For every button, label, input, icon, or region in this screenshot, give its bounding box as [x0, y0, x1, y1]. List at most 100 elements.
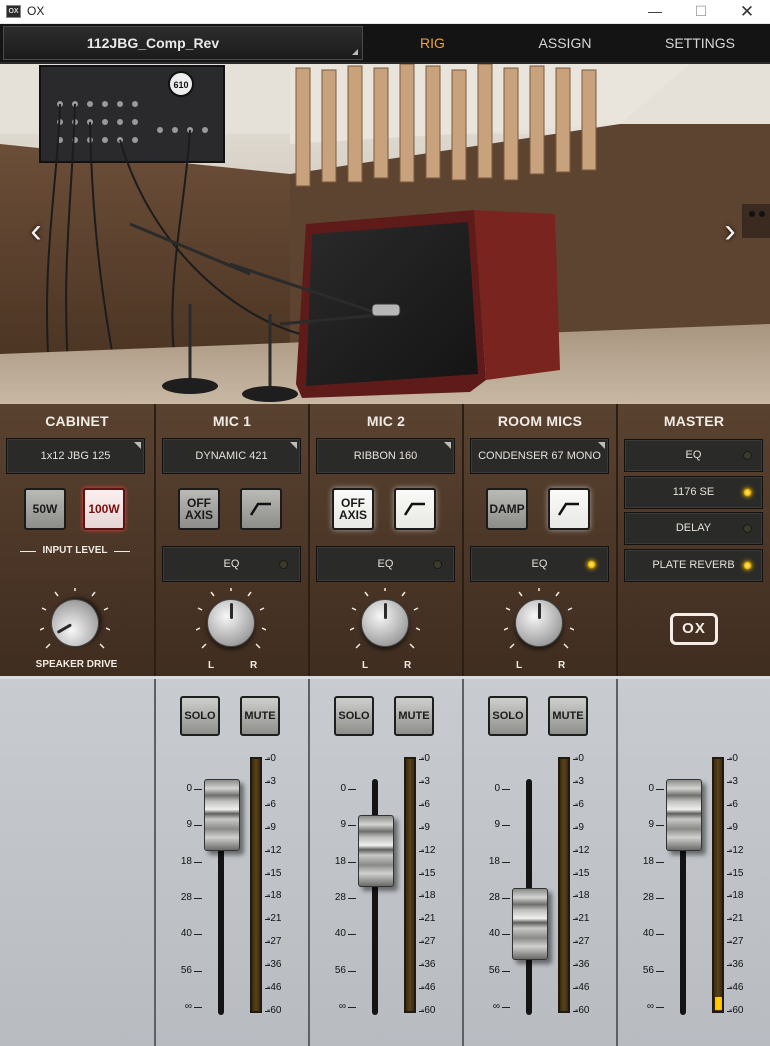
mic2-fader-scale-tick: [348, 1007, 356, 1008]
mic1-pan-knob[interactable]: [207, 599, 255, 647]
room-high-pass-button[interactable]: [548, 488, 590, 530]
mic2-fader-scale-tick: [348, 789, 356, 790]
room-eq-button[interactable]: EQ: [470, 546, 609, 582]
tab-assign[interactable]: ASSIGN: [500, 26, 630, 60]
mic1-eq-button[interactable]: EQ: [162, 546, 301, 582]
master-meter-scale-label: -21: [729, 913, 744, 925]
50w-button[interactable]: 50W: [24, 488, 66, 530]
next-room-arrow-icon[interactable]: ›: [718, 214, 742, 250]
window-title: OX: [27, 4, 45, 18]
dropdown-corner-icon: [134, 442, 141, 449]
mic2-mute-button[interactable]: MUTE: [394, 696, 434, 736]
mic2-fader-scale-label: 40: [334, 928, 346, 940]
master-meter-scale-label: -18: [729, 890, 744, 902]
mic2-fader-scale-tick: [348, 934, 356, 936]
mic2-fader-cap[interactable]: [358, 815, 394, 888]
room-meter-scale-label: -3: [575, 775, 584, 787]
master-fader-scale-tick: [656, 789, 664, 790]
room-meter-scale-label: -6: [575, 798, 584, 810]
room-mics-selector-value: CONDENSER 67 MONO: [478, 450, 601, 462]
master-meter-scale-label: -60: [729, 1005, 744, 1016]
master-eq-button[interactable]: EQ: [624, 439, 763, 472]
mic1-fader-scale-tick: [194, 934, 202, 936]
mic2-meter-scale-label: -6: [421, 798, 430, 810]
mic1-high-pass-button[interactable]: [240, 488, 282, 530]
cabinet-header: CABINET: [45, 413, 109, 429]
mic2-off-axis-button[interactable]: OFF AXIS: [332, 488, 374, 530]
master-meter-scale-label: -6: [729, 798, 738, 810]
mic1-meter-scale-label: -9: [267, 821, 276, 833]
top-navigation: 112JBG_Comp_Rev RIG ASSIGN SETTINGS: [0, 24, 770, 64]
room-fader-scale-tick: [502, 970, 510, 972]
room-pan-right-label: R: [558, 660, 566, 671]
mic1-header: MIC 1: [212, 413, 252, 429]
master-meter-scale-label: -27: [729, 936, 744, 948]
room-meter-scale-label: -9: [575, 821, 584, 833]
mic1-fader-scale-label: 9: [186, 819, 192, 831]
mic2-meter-scale-label: -60: [421, 1005, 436, 1016]
mic2-eq-button[interactable]: EQ: [316, 546, 455, 582]
mic1-off-axis-button[interactable]: OFF AXIS: [178, 488, 220, 530]
mic1-pan-right-label: R: [250, 660, 258, 671]
master-meter-scale-label: -12: [729, 844, 744, 856]
room-meter-scale-label: -46: [575, 982, 590, 994]
mic2-fader-scale-tick: [348, 825, 356, 827]
mic1-fader-scale-label: 18: [180, 855, 192, 867]
app-icon: OX: [6, 5, 21, 18]
mic2-meter-scale-label: -12: [421, 844, 436, 856]
high-pass-filter-icon: [558, 502, 579, 516]
mixer-fader-panel: SOLO MUTE SOLO MUTE SOLO MUTE 0 9 18 28 40 56…: [0, 676, 770, 1046]
room-damp-button[interactable]: DAMP: [486, 488, 528, 530]
cabinet-selector[interactable]: 1x12 JBG 125: [6, 438, 145, 474]
mic2-section: MIC 2 RIBBON 160 OFF AXIS EQ L R: [308, 404, 462, 676]
room-pan-knob[interactable]: [515, 599, 563, 647]
mic2-selector[interactable]: RIBBON 160: [316, 438, 455, 474]
master-delay-button[interactable]: DELAY: [624, 512, 763, 545]
room-fader-cap[interactable]: [512, 888, 548, 960]
patchbay-label: 610: [173, 80, 188, 90]
room-mute-button[interactable]: MUTE: [548, 696, 588, 736]
mic1-meter-scale-label: -18: [267, 890, 282, 902]
mic1-fader-scale-tick: [194, 825, 202, 827]
mic1-fader-cap[interactable]: [204, 779, 240, 851]
room-solo-button[interactable]: SOLO: [488, 696, 528, 736]
mic1-fader-scale-label: ∞: [184, 1001, 192, 1012]
mic1-mute-button[interactable]: MUTE: [240, 696, 280, 736]
studio-room-illustration: 610: [0, 64, 770, 404]
maximize-button[interactable]: ☐: [678, 0, 724, 24]
master-fader-scale-label: 0: [648, 783, 654, 794]
ox-logo[interactable]: OX: [670, 613, 718, 645]
master-fader-cap[interactable]: [666, 779, 702, 851]
mic2-solo-button[interactable]: SOLO: [334, 696, 374, 736]
mic2-high-pass-button[interactable]: [394, 488, 436, 530]
master-1176-button[interactable]: 1176 SE: [624, 476, 763, 509]
minimize-button[interactable]: —: [632, 0, 678, 24]
master-plate-reverb-button[interactable]: PLATE REVERB: [624, 549, 763, 582]
preset-selector[interactable]: 112JBG_Comp_Rev: [3, 26, 363, 60]
mic1-selector[interactable]: DYNAMIC 421: [162, 438, 301, 474]
room-meter-scale-label: -12: [575, 844, 590, 856]
master-fader-scale-tick: [656, 825, 664, 827]
tab-rig[interactable]: RIG: [365, 26, 500, 60]
100w-button[interactable]: 100W: [83, 488, 125, 530]
tab-settings[interactable]: SETTINGS: [630, 26, 770, 60]
mic2-pan-right-label: R: [404, 660, 412, 671]
mic2-meter-scale-label: -27: [421, 936, 436, 948]
cabinet-fader-blank: [0, 679, 154, 1046]
close-button[interactable]: ✕: [724, 0, 770, 24]
room-eq-led: [587, 560, 596, 569]
master-level-meter-fill: [715, 997, 722, 1010]
mic1-meter-scale-label: -21: [267, 913, 282, 925]
master-meter-scale-label: -0: [729, 753, 738, 764]
mic2-pan-knob[interactable]: [361, 599, 409, 647]
master-1176-label: 1176 SE: [672, 486, 715, 498]
room-fader-scale-tick: [502, 861, 510, 863]
mic2-fader-scale-label: ∞: [338, 1001, 346, 1012]
room-mics-selector[interactable]: CONDENSER 67 MONO: [470, 438, 609, 474]
high-pass-filter-icon: [404, 502, 425, 516]
master-eq-led: [743, 451, 752, 460]
mic1-eq-label: EQ: [223, 558, 240, 570]
room-fader-scale-tick: [502, 825, 510, 827]
mic1-solo-button[interactable]: SOLO: [180, 696, 220, 736]
previous-room-arrow-icon[interactable]: ‹: [24, 214, 48, 250]
